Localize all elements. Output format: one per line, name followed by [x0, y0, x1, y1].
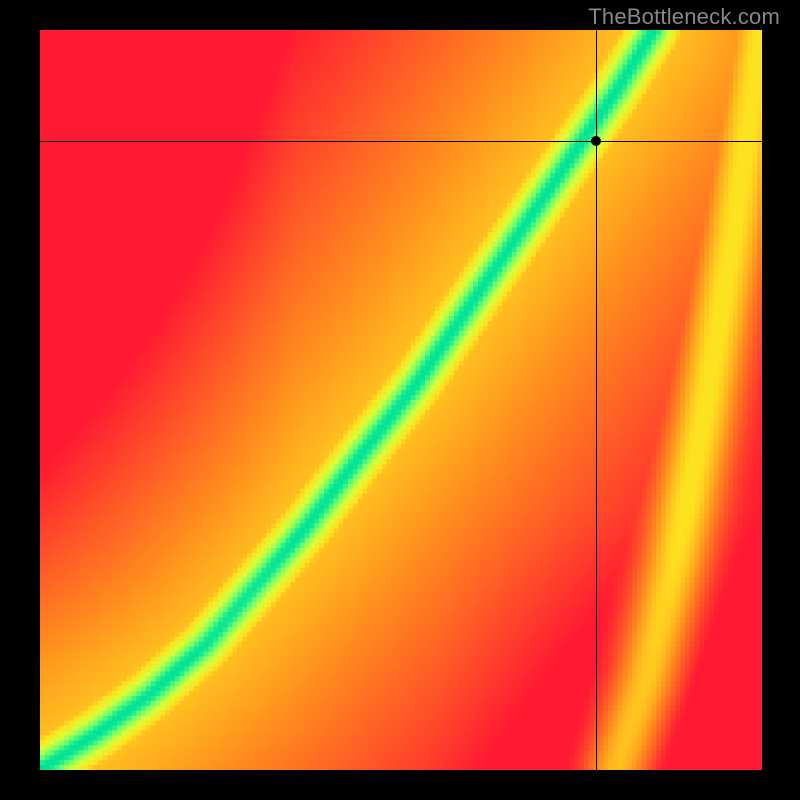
crosshair-horizontal: [40, 141, 762, 142]
heatmap-plot: [40, 30, 762, 770]
marker-dot: [591, 136, 601, 146]
page-root: TheBottleneck.com: [0, 0, 800, 800]
watermark-text: TheBottleneck.com: [588, 4, 780, 30]
